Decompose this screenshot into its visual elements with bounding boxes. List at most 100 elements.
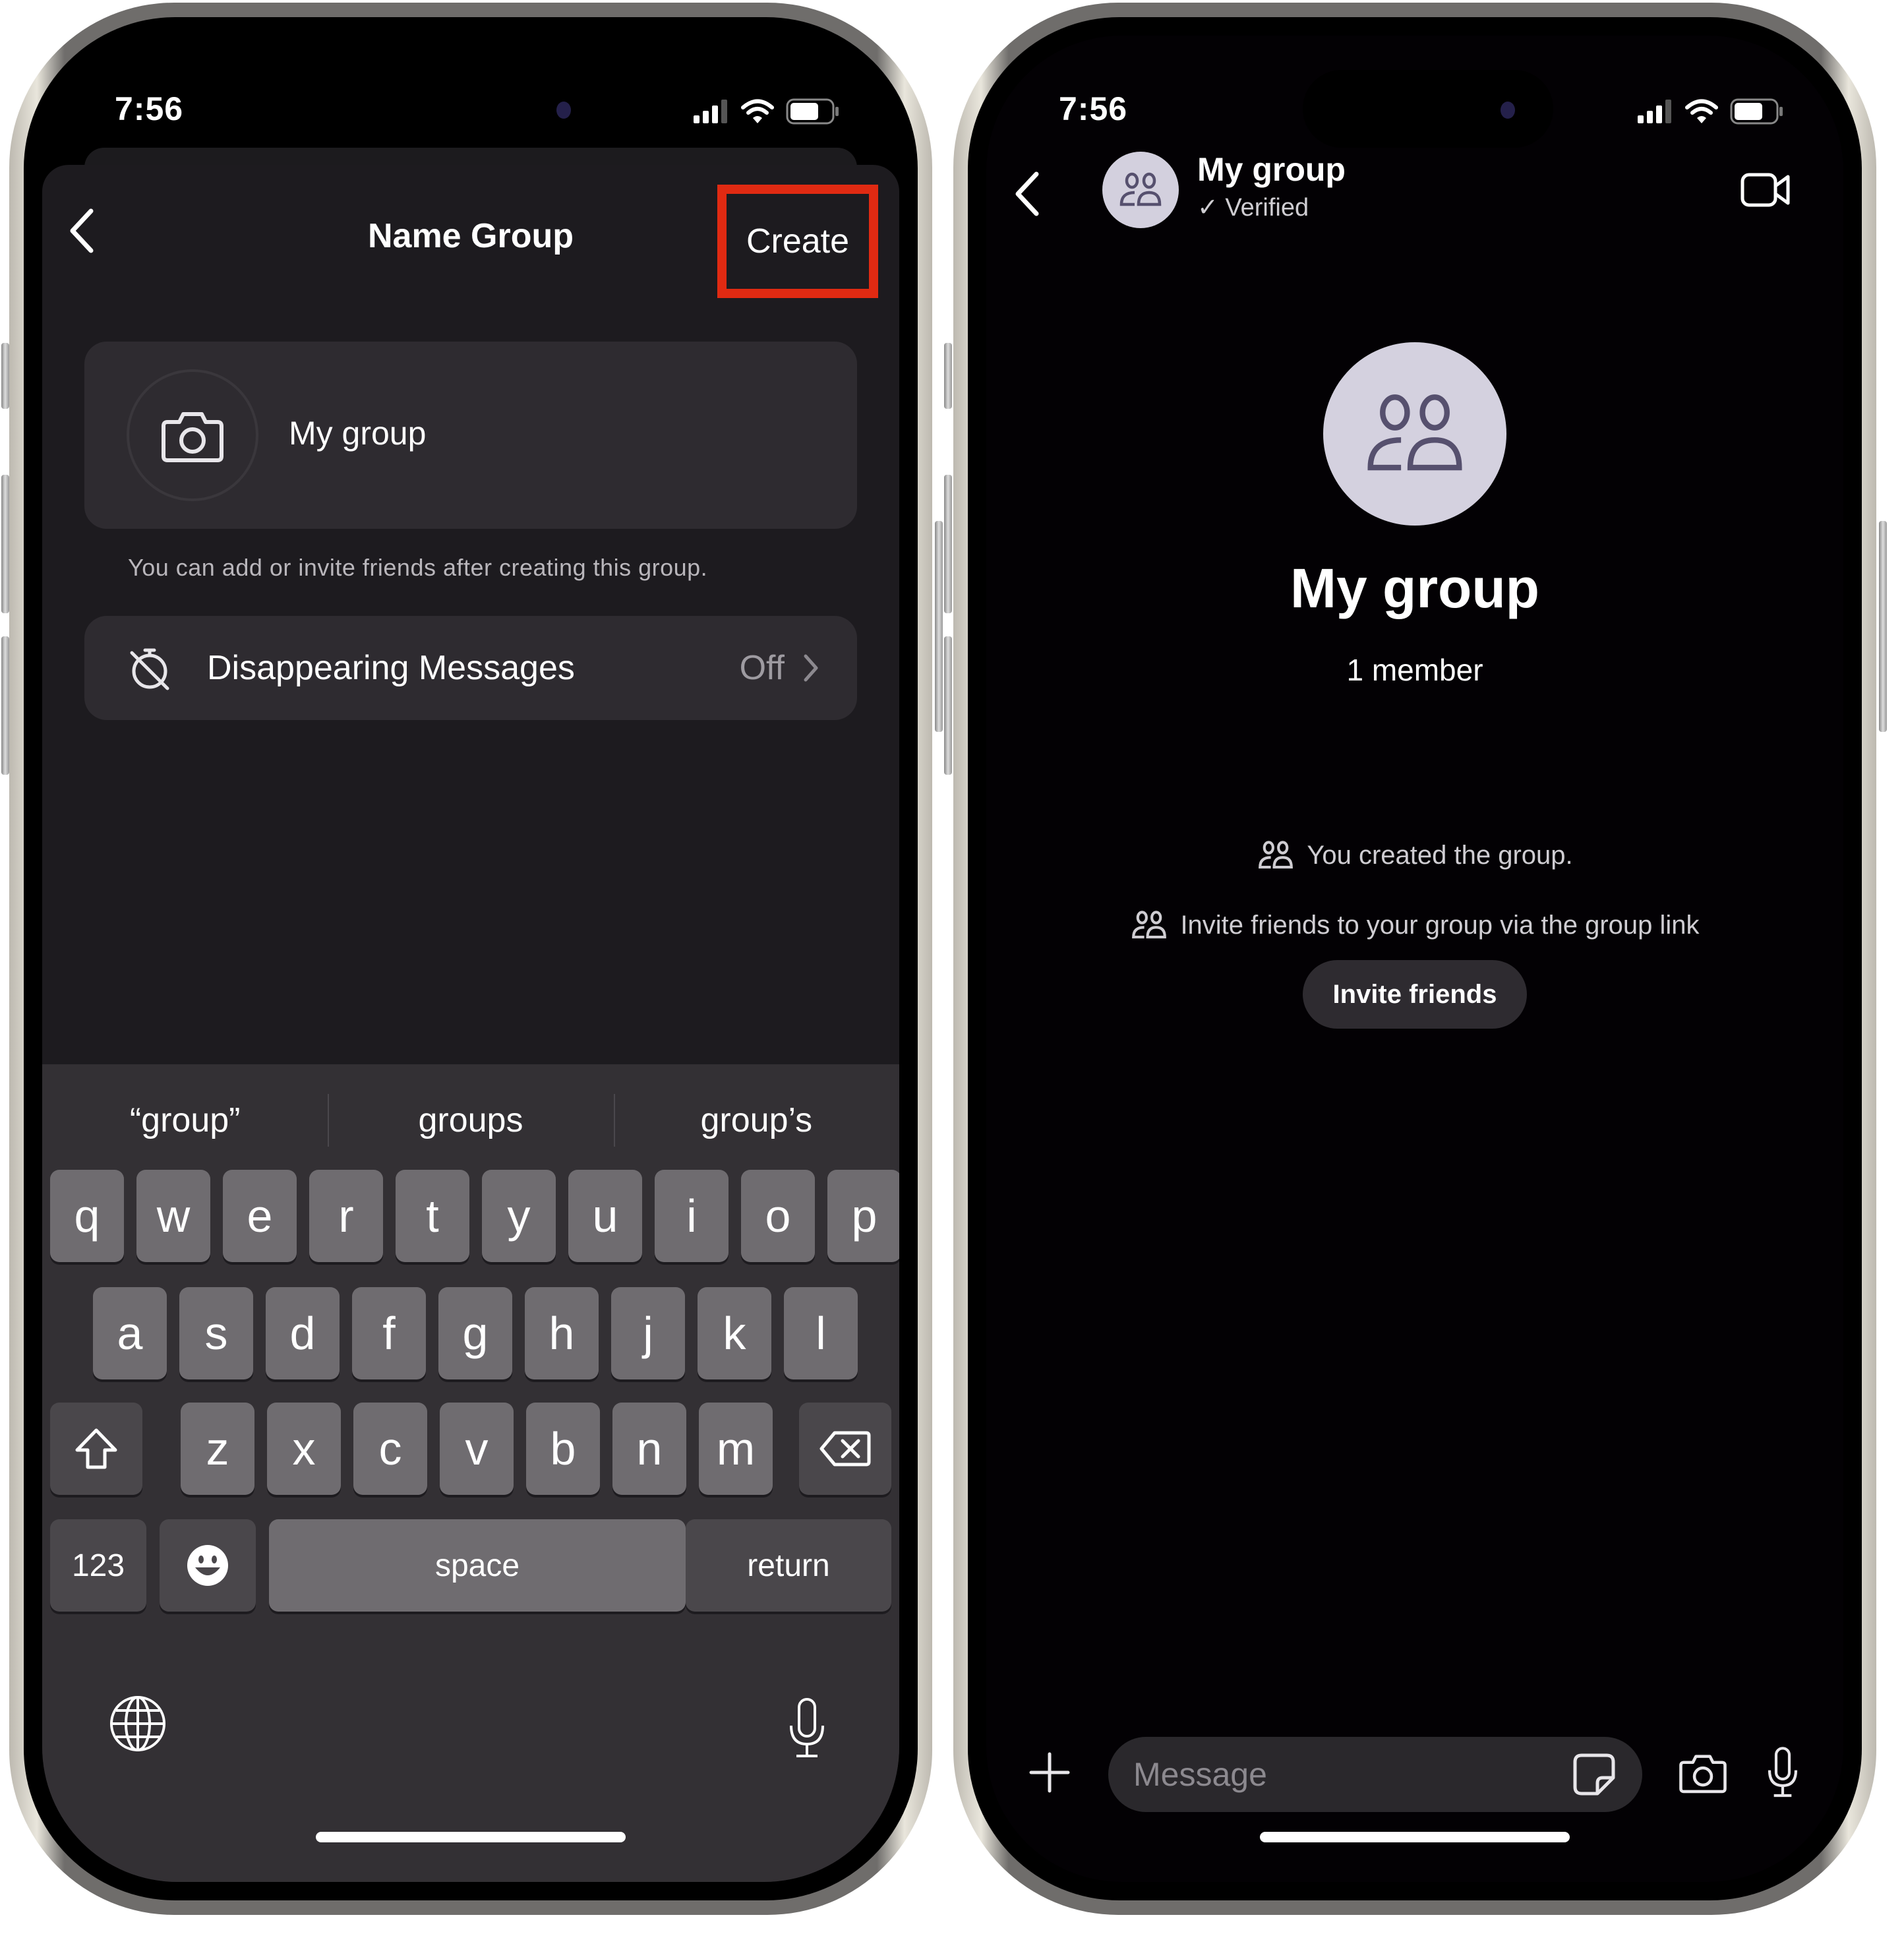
globe-icon	[110, 1696, 165, 1751]
sticker-button[interactable]	[1572, 1753, 1616, 1800]
keyboard: “group” groups group’s 123 space return	[42, 1064, 899, 1882]
key-a[interactable]: a	[93, 1287, 167, 1379]
hint-text: You can add or invite friends after crea…	[128, 554, 708, 581]
delete-key[interactable]	[799, 1403, 891, 1495]
attach-button[interactable]	[1028, 1751, 1071, 1797]
key-y[interactable]: y	[482, 1170, 556, 1262]
system-event: You created the group.	[986, 840, 1843, 870]
key-m[interactable]: m	[699, 1403, 773, 1495]
cellular-signal-icon	[1638, 100, 1671, 123]
group-icon	[1132, 911, 1167, 939]
key-p[interactable]: p	[827, 1170, 899, 1262]
action-button	[944, 343, 952, 409]
phone-bezel: 7:56 Name Group Create My group You can …	[24, 17, 918, 1900]
video-call-icon	[1740, 173, 1790, 207]
key-r[interactable]: r	[309, 1170, 383, 1262]
power-button	[935, 521, 943, 732]
system-event: Invite friends to your group via the gro…	[986, 910, 1843, 940]
key-j[interactable]: j	[611, 1287, 685, 1379]
create-button[interactable]: Create	[717, 185, 878, 298]
group-icon	[1119, 172, 1162, 206]
camera-button[interactable]	[1679, 1751, 1727, 1797]
key-w[interactable]: w	[136, 1170, 210, 1262]
event-text: Invite friends to your group via the gro…	[1180, 910, 1700, 940]
group-title: My group	[1290, 557, 1539, 619]
message-input[interactable]	[1133, 1737, 1529, 1812]
return-key[interactable]: return	[686, 1519, 891, 1612]
video-call-button[interactable]	[1740, 171, 1791, 212]
front-camera	[1501, 102, 1515, 119]
member-count[interactable]: 1 member	[986, 652, 1843, 688]
volume-down-button	[944, 636, 952, 775]
timer-off-icon	[130, 648, 169, 690]
key-s[interactable]: s	[179, 1287, 253, 1379]
space-key[interactable]: space	[269, 1519, 686, 1612]
camera-icon	[1679, 1755, 1727, 1794]
key-l[interactable]: l	[784, 1287, 858, 1379]
status-bar: 7:56	[986, 36, 1843, 148]
event-text: You created the group.	[1307, 840, 1573, 870]
key-v[interactable]: v	[440, 1403, 514, 1495]
disappearing-messages-row[interactable]: Disappearing Messages Off	[84, 616, 857, 720]
key-d[interactable]: d	[266, 1287, 340, 1379]
group-photo-button[interactable]	[127, 369, 258, 501]
key-c[interactable]: c	[353, 1403, 427, 1495]
key-k[interactable]: k	[698, 1287, 771, 1379]
group-avatar-large[interactable]	[1323, 342, 1506, 526]
verified-badge: ✓ Verified	[1197, 194, 1309, 222]
group-chat-screen: 7:56 My group ✓ Verified My group 1 memb…	[986, 36, 1843, 1882]
backspace-icon	[819, 1431, 871, 1467]
globe-button[interactable]	[108, 1694, 167, 1757]
emoji-key[interactable]	[160, 1519, 256, 1612]
cellular-signal-icon	[694, 100, 727, 123]
key-e[interactable]: e	[223, 1170, 297, 1262]
numbers-key[interactable]: 123	[50, 1519, 146, 1612]
predictive-bar: “group” groups group’s	[42, 1064, 899, 1176]
microphone-icon	[1768, 1747, 1798, 1798]
key-x[interactable]: x	[267, 1403, 341, 1495]
invite-friends-button[interactable]: Invite friends	[1303, 960, 1527, 1029]
suggestion-item[interactable]: groups	[328, 1064, 613, 1176]
group-name-input[interactable]: My group	[289, 414, 426, 452]
header-avatar[interactable]	[1102, 152, 1179, 228]
status-icons	[694, 98, 840, 125]
key-q[interactable]: q	[50, 1170, 124, 1262]
group-icon	[1367, 394, 1462, 471]
power-button	[1879, 521, 1887, 732]
name-group-screen: 7:56 Name Group Create My group You can …	[42, 36, 899, 1882]
dynamic-island	[1303, 70, 1553, 148]
disappearing-messages-label: Disappearing Messages	[207, 649, 575, 687]
key-z[interactable]: z	[181, 1403, 254, 1495]
shift-key[interactable]	[50, 1403, 142, 1495]
suggestion-item[interactable]: “group”	[42, 1064, 328, 1176]
disappearing-messages-value: Off	[739, 649, 785, 687]
emoji-icon	[187, 1545, 228, 1586]
voice-message-button[interactable]	[1764, 1746, 1801, 1802]
wifi-icon	[741, 99, 774, 123]
key-u[interactable]: u	[568, 1170, 642, 1262]
camera-icon	[162, 412, 223, 462]
key-b[interactable]: b	[526, 1403, 600, 1495]
home-indicator	[316, 1832, 626, 1842]
back-button[interactable]	[1010, 167, 1043, 224]
chevron-right-icon	[804, 654, 818, 682]
phone-bezel: 7:56 My group ✓ Verified My group 1 memb…	[968, 17, 1862, 1900]
key-o[interactable]: o	[741, 1170, 815, 1262]
status-time: 7:56	[115, 90, 184, 127]
dictation-button[interactable]	[786, 1697, 828, 1763]
key-i[interactable]: i	[655, 1170, 729, 1262]
header-group-name[interactable]: My group	[1197, 150, 1346, 189]
key-n[interactable]: n	[612, 1403, 686, 1495]
chat-header: My group ✓ Verified	[986, 148, 1843, 247]
key-t[interactable]: t	[396, 1170, 469, 1262]
message-composer	[986, 1737, 1843, 1816]
plus-icon	[1029, 1752, 1070, 1793]
sticker-icon	[1573, 1753, 1615, 1796]
suggestion-item[interactable]: group’s	[613, 1064, 899, 1176]
wifi-icon	[1685, 99, 1718, 123]
key-g[interactable]: g	[438, 1287, 512, 1379]
message-field	[1108, 1737, 1642, 1812]
dynamic-island	[359, 70, 609, 148]
key-h[interactable]: h	[525, 1287, 599, 1379]
key-f[interactable]: f	[352, 1287, 426, 1379]
